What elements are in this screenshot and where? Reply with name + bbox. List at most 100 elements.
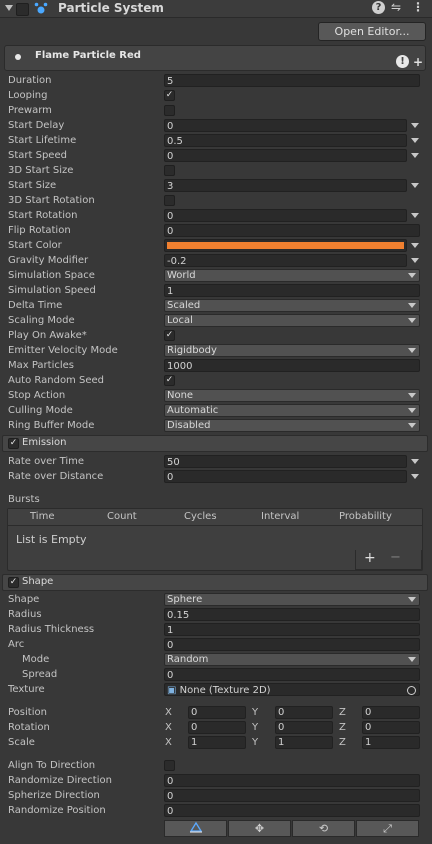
- object-picker-icon[interactable]: [407, 686, 416, 695]
- help-icon[interactable]: ?: [372, 1, 385, 14]
- rate-over-distance-label: Rate over Distance: [8, 471, 104, 482]
- start-color-color-field[interactable]: [164, 239, 407, 252]
- align-to-direction-checkbox[interactable]: [164, 760, 175, 771]
- flip-rotation-field[interactable]: 0: [164, 224, 420, 237]
- rotation-x-field[interactable]: 0: [188, 721, 246, 734]
- start-lifetime-row: Start Lifetime 0.5: [0, 134, 432, 149]
- chevron-down-icon[interactable]: [411, 474, 419, 479]
- culling-mode-label: Culling Mode: [8, 405, 73, 416]
- shape-module-header[interactable]: ✓ Shape: [2, 574, 428, 591]
- open-editor-button[interactable]: Open Editor...: [318, 22, 426, 41]
- start-delay-label: Start Delay: [8, 120, 65, 131]
- looping-checkbox[interactable]: ✓: [164, 90, 175, 101]
- scale-icon[interactable]: ⤢: [356, 820, 419, 837]
- 3d-start-rotation-checkbox[interactable]: [164, 195, 175, 206]
- scaling-mode-dropdown[interactable]: Local: [164, 314, 420, 327]
- warning-icon[interactable]: !: [396, 55, 409, 68]
- start-delay-row: Start Delay 0: [0, 119, 432, 134]
- texture-object-field[interactable]: ▣ None (Texture 2D): [164, 683, 420, 696]
- bursts-add-remove: + −: [355, 550, 422, 570]
- preset-icon[interactable]: ⇋: [391, 0, 401, 14]
- rate-over-distance-row: Rate over Distance 0: [0, 470, 432, 485]
- foldout-arrow-icon[interactable]: [5, 5, 13, 11]
- delta-time-dropdown[interactable]: Scaled: [164, 299, 420, 312]
- chevron-down-icon[interactable]: [411, 243, 419, 248]
- max-particles-field[interactable]: 1000: [164, 359, 420, 372]
- rotate-icon[interactable]: ⟲: [292, 820, 355, 837]
- scale-x-field[interactable]: 1: [188, 736, 246, 749]
- scale-z-field[interactable]: 1: [362, 736, 420, 749]
- position-z-field[interactable]: 0: [362, 706, 420, 719]
- duration-field[interactable]: 5: [164, 74, 420, 87]
- looping-row: Looping ✓: [0, 89, 432, 104]
- randomize-direction-label: Randomize Direction: [8, 775, 112, 786]
- enabled-checkbox[interactable]: [16, 3, 29, 16]
- context-menu-icon[interactable]: ⋮: [412, 0, 424, 14]
- start-size-field[interactable]: 3: [164, 179, 407, 192]
- delta-time-label: Delta Time: [8, 300, 63, 311]
- position-y-field[interactable]: 0: [275, 706, 333, 719]
- chevron-down-icon[interactable]: [411, 258, 419, 263]
- chevron-down-icon[interactable]: [411, 459, 419, 464]
- simulation-speed-field[interactable]: 1: [164, 284, 420, 297]
- prewarm-checkbox[interactable]: [164, 105, 175, 116]
- position-x-field[interactable]: 0: [188, 706, 246, 719]
- start-delay-field[interactable]: 0: [164, 119, 407, 132]
- simulation-space-dropdown[interactable]: World: [164, 269, 420, 282]
- add-module-icon[interactable]: +: [413, 55, 423, 69]
- edit-shape-icon[interactable]: [164, 820, 227, 837]
- shape-enabled-checkbox[interactable]: ✓: [8, 577, 19, 588]
- chevron-down-icon[interactable]: [411, 123, 419, 128]
- scaling-mode-row: Scaling Mode Local: [0, 314, 432, 329]
- 3d-start-size-checkbox[interactable]: [164, 165, 175, 176]
- scaling-mode-value: Local: [167, 315, 193, 326]
- y-axis-label: Y: [252, 737, 259, 748]
- randomize-direction-field[interactable]: 0: [164, 774, 420, 787]
- chevron-down-icon[interactable]: [411, 213, 419, 218]
- chevron-down-icon[interactable]: [411, 183, 419, 188]
- x-axis-label: X: [165, 707, 172, 718]
- start-lifetime-field[interactable]: 0.5: [164, 134, 407, 147]
- randomize-position-field[interactable]: 0: [164, 804, 420, 817]
- stop-action-dropdown[interactable]: None: [164, 389, 420, 402]
- rotation-z-field[interactable]: 0: [362, 721, 420, 734]
- ring-buffer-mode-dropdown[interactable]: Disabled: [164, 419, 420, 432]
- shape-dropdown[interactable]: Sphere: [164, 593, 420, 606]
- culling-mode-dropdown[interactable]: Automatic: [164, 404, 420, 417]
- start-speed-label: Start Speed: [8, 150, 67, 161]
- radius-thickness-field[interactable]: 1: [164, 623, 420, 636]
- simulation-speed-row: Simulation Speed 1: [0, 284, 432, 299]
- chevron-down-icon[interactable]: [411, 138, 419, 143]
- spread-field[interactable]: 0: [164, 668, 420, 681]
- particle-system-bar[interactable]: Flame Particle Red ! +: [4, 45, 426, 71]
- radius-thickness-label: Radius Thickness: [8, 624, 95, 635]
- emission-module-header[interactable]: ✓ Emission: [2, 435, 428, 452]
- rotation-y-field[interactable]: 0: [275, 721, 333, 734]
- start-speed-field[interactable]: 0: [164, 149, 407, 162]
- emission-enabled-checkbox[interactable]: ✓: [8, 438, 19, 449]
- radius-field[interactable]: 0.15: [164, 608, 420, 621]
- auto-random-seed-label: Auto Random Seed: [8, 375, 104, 386]
- scale-y-field[interactable]: 1: [275, 736, 333, 749]
- particle-dot-icon: [15, 54, 21, 60]
- remove-burst-button[interactable]: −: [390, 550, 401, 565]
- chevron-down-icon[interactable]: [411, 153, 419, 158]
- arc-field[interactable]: 0: [164, 638, 420, 651]
- rate-over-distance-field[interactable]: 0: [164, 470, 407, 483]
- 3d-start-size-row: 3D Start Size: [0, 164, 432, 179]
- y-axis-label: Y: [252, 722, 259, 733]
- emitter-velocity-mode-dropdown[interactable]: Rigidbody: [164, 344, 420, 357]
- add-burst-button[interactable]: +: [364, 550, 376, 566]
- randomize-direction-row: Randomize Direction 0: [0, 774, 432, 789]
- mode-dropdown[interactable]: Random: [164, 653, 420, 666]
- play-on-awake-checkbox[interactable]: ✓: [164, 330, 175, 341]
- rate-over-time-field[interactable]: 50: [164, 455, 407, 468]
- gravity-modifier-field[interactable]: -0.2: [164, 254, 407, 267]
- spherize-direction-field[interactable]: 0: [164, 789, 420, 802]
- simulation-speed-label: Simulation Speed: [8, 285, 96, 296]
- start-rotation-field[interactable]: 0: [164, 209, 407, 222]
- randomize-position-row: Randomize Position 0: [0, 804, 432, 819]
- auto-random-seed-checkbox[interactable]: ✓: [164, 375, 175, 386]
- ring-buffer-mode-value: Disabled: [167, 420, 211, 431]
- move-icon[interactable]: ✥: [228, 820, 291, 837]
